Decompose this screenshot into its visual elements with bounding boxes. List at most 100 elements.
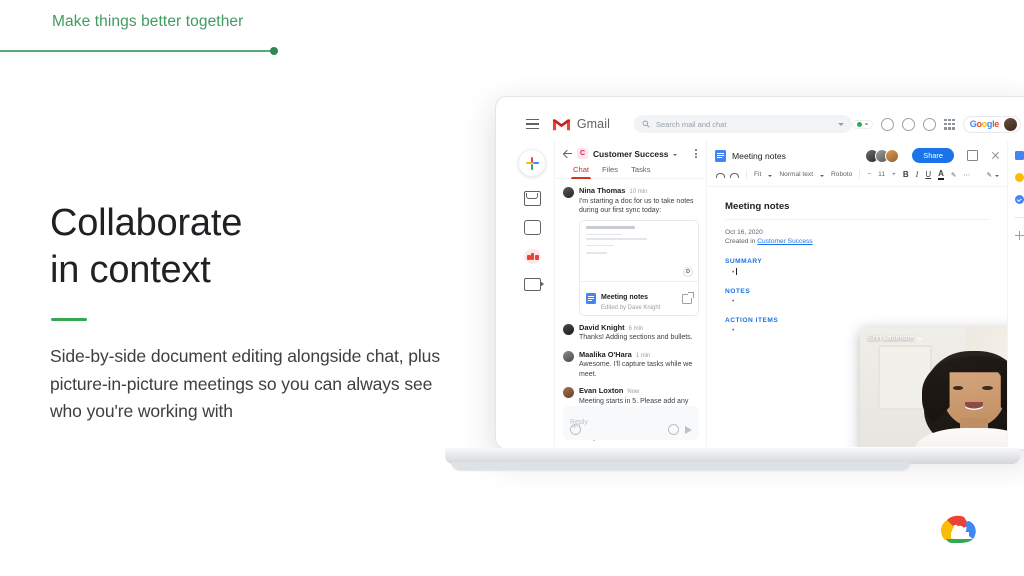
chevron-down-icon[interactable] xyxy=(820,174,825,177)
tab-files[interactable]: Files xyxy=(602,165,618,178)
headline-line-1: Collaborate xyxy=(50,202,243,244)
top-bar-actions: Google xyxy=(852,115,1024,133)
right-side-panel xyxy=(1007,141,1024,447)
calendar-icon[interactable] xyxy=(1014,151,1024,160)
room-tabs: Chat Files Tasks xyxy=(555,159,707,179)
help-icon[interactable] xyxy=(901,117,915,131)
headline-line-2: in context xyxy=(50,249,211,291)
font-family-select[interactable]: Roboto xyxy=(831,171,852,178)
compose-button[interactable] xyxy=(518,149,546,177)
doc-preview-card[interactable]: D Meeting notes Edited by Dave Knight xyxy=(579,220,699,316)
highlight-icon[interactable]: ✎ xyxy=(951,171,957,179)
gmail-m-icon xyxy=(552,119,570,131)
apps-grid-icon[interactable] xyxy=(943,118,955,130)
eyebrow-text: Make things better together xyxy=(52,13,244,30)
back-arrow-icon[interactable] xyxy=(563,149,572,158)
docs-file-icon xyxy=(715,149,726,162)
avatar xyxy=(563,323,574,335)
sidebar-item-chat[interactable] xyxy=(523,220,541,235)
support-icon[interactable] xyxy=(880,117,894,131)
chevron-down-icon[interactable] xyxy=(673,153,678,156)
meet-pip-window[interactable]: Erin Lattimore xyxy=(860,327,1024,447)
message-timestamp: 10 min xyxy=(629,189,648,195)
doc-card-subtitle: Edited by Dave Knight xyxy=(601,304,661,311)
chat-column: C Customer Success Chat Files Tasks Nina… xyxy=(554,141,707,447)
send-icon[interactable] xyxy=(685,425,692,434)
page-title: Collaborate in context xyxy=(50,200,450,294)
docs-pane: Meeting notes Share Fit Normal text Robo… xyxy=(706,141,1024,447)
status-badge[interactable] xyxy=(852,119,873,129)
message-timestamp: 6 min xyxy=(628,325,644,332)
eyebrow-rule xyxy=(0,50,275,52)
doc-created-link[interactable]: Customer Success xyxy=(757,238,812,245)
redo-icon[interactable] xyxy=(731,171,739,179)
collaborator-avatars xyxy=(865,148,900,163)
undo-icon[interactable] xyxy=(716,171,725,179)
sidebar-item-meet[interactable] xyxy=(523,278,544,291)
doc-heading: Meeting notes xyxy=(725,201,790,212)
text-color-button[interactable]: A xyxy=(938,169,944,180)
bold-button[interactable]: B xyxy=(903,170,909,179)
chevron-down-icon[interactable] xyxy=(768,174,773,177)
toolbar-divider xyxy=(746,170,747,179)
sidebar-item-mail[interactable] xyxy=(523,191,541,206)
tasks-icon[interactable] xyxy=(1014,195,1024,204)
toolbar-divider xyxy=(859,170,861,179)
font-size-decrease[interactable]: − xyxy=(867,171,871,178)
gmail-left-rail xyxy=(510,141,554,447)
overflow-menu-icon[interactable] xyxy=(695,149,699,158)
font-size-increase[interactable]: + xyxy=(892,171,896,178)
doc-divider xyxy=(725,219,990,220)
avatar[interactable] xyxy=(1004,117,1017,131)
docs-file-icon xyxy=(586,293,596,305)
font-size-value[interactable]: 11 xyxy=(878,171,885,178)
open-in-new-icon[interactable] xyxy=(967,150,978,161)
editing-mode-icon[interactable]: ✎ xyxy=(986,171,992,179)
underline-button[interactable]: U xyxy=(925,170,931,179)
reply-input[interactable]: Reply xyxy=(563,406,699,440)
gmail-wordmark: Gmail xyxy=(576,117,610,131)
doc-created-prefix: Created in xyxy=(725,238,758,245)
docs-header: Meeting notes Share xyxy=(707,141,1008,163)
hamburger-menu-icon[interactable] xyxy=(526,119,539,129)
message-timestamp: 1 min xyxy=(635,352,651,359)
message-text: Awesome. I'll capture tasks while we mee… xyxy=(579,361,693,378)
list-item: Maalika O'Hara 1 min Awesome. I'll captu… xyxy=(563,350,699,379)
italic-button[interactable]: I xyxy=(916,170,919,179)
chevron-down-icon[interactable] xyxy=(995,174,999,177)
message-author: Nina Thomas xyxy=(579,186,626,195)
paragraph-style[interactable]: Normal text xyxy=(779,171,813,178)
google-account-chip[interactable]: Google xyxy=(962,115,1021,133)
chevron-down-icon[interactable] xyxy=(838,122,845,126)
tab-tasks[interactable]: Tasks xyxy=(631,165,650,178)
list-item: Nina Thomas 10 min I'm starting a doc fo… xyxy=(563,186,699,316)
close-icon[interactable] xyxy=(991,151,1000,160)
status-caret-icon xyxy=(865,122,868,126)
sidebar-item-rooms[interactable] xyxy=(523,249,541,264)
status-dot-icon xyxy=(857,121,863,127)
emoji-icon[interactable] xyxy=(668,424,679,435)
gear-icon[interactable] xyxy=(922,117,936,131)
more-formatting-icon[interactable]: ⋯ xyxy=(963,171,970,179)
open-in-new-icon[interactable] xyxy=(682,292,694,304)
section-bullet: • xyxy=(725,268,990,276)
tab-chat[interactable]: Chat xyxy=(570,165,592,179)
search-input[interactable]: Search mail and chat xyxy=(633,115,853,133)
zoom-level[interactable]: Fit xyxy=(754,171,761,178)
slide-copy: Collaborate in context Side-by-side docu… xyxy=(50,200,450,426)
doc-preview-thumbnail: D xyxy=(580,221,698,281)
chevron-down-icon[interactable] xyxy=(918,337,923,340)
google-cloud-logo xyxy=(941,515,976,543)
add-addon-icon[interactable] xyxy=(1014,231,1024,240)
message-text: I'm starting a doc for us to take notes … xyxy=(579,197,694,214)
attach-icon[interactable] xyxy=(570,422,581,435)
keep-icon[interactable] xyxy=(1014,173,1024,182)
message-author: Evan Loxton xyxy=(579,386,624,396)
meet-participant-name-chip[interactable]: Erin Lattimore xyxy=(868,333,923,342)
share-button[interactable]: Share xyxy=(912,148,954,163)
doc-section-notes: NOTES • xyxy=(725,288,990,305)
doc-card-title: Meeting notes xyxy=(601,294,649,302)
gmail-top-bar: Gmail Search mail and chat Google xyxy=(510,107,1024,141)
eyebrow-dot xyxy=(270,46,278,55)
doc-created-line: Created in Customer Success xyxy=(725,237,990,246)
